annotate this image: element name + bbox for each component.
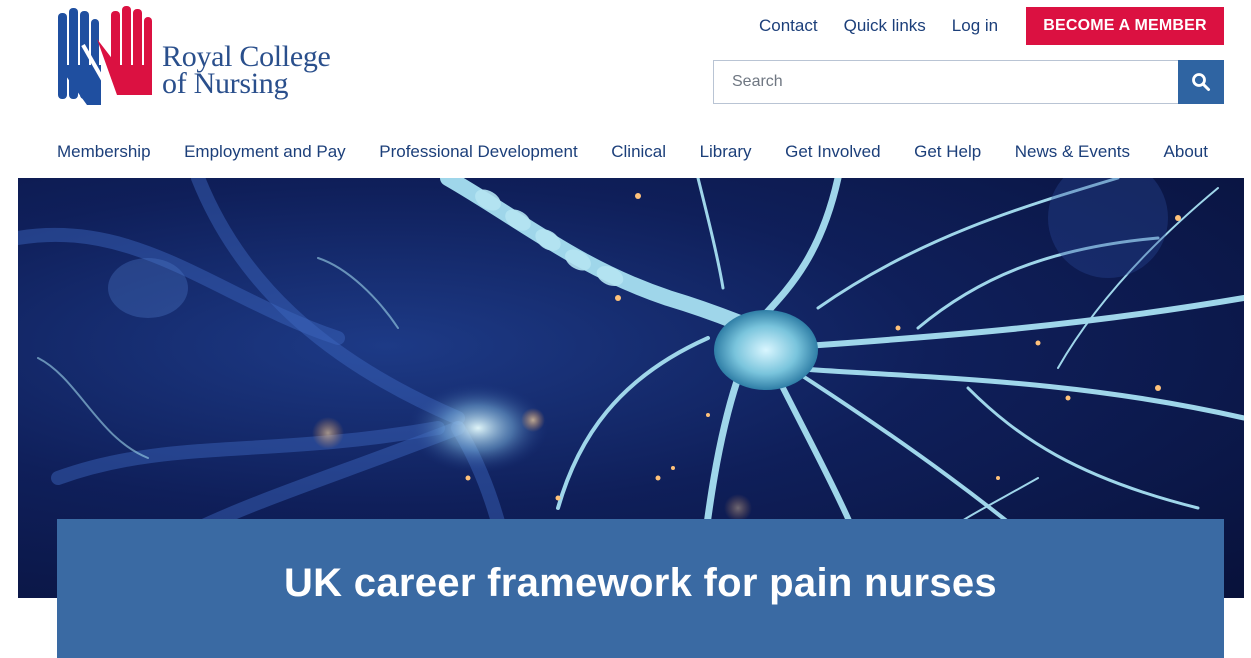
nav-get-involved[interactable]: Get Involved bbox=[785, 142, 880, 162]
nav-employment-and-pay[interactable]: Employment and Pay bbox=[184, 142, 346, 162]
search-input[interactable] bbox=[713, 60, 1178, 104]
logo-wordmark: Royal College of Nursing bbox=[162, 40, 331, 100]
main-nav: Membership Employment and Pay Profession… bbox=[57, 142, 1208, 162]
site-logo[interactable]: Royal College of Nursing bbox=[57, 5, 331, 107]
nav-news-and-events[interactable]: News & Events bbox=[1015, 142, 1130, 162]
nav-membership[interactable]: Membership bbox=[57, 142, 151, 162]
search-bar bbox=[713, 60, 1224, 104]
search-button[interactable] bbox=[1178, 60, 1224, 104]
become-a-member-button[interactable]: BECOME A MEMBER bbox=[1026, 7, 1224, 45]
rcn-hands-logo-icon bbox=[58, 6, 152, 105]
nav-library[interactable]: Library bbox=[700, 142, 752, 162]
nav-professional-development[interactable]: Professional Development bbox=[379, 142, 577, 162]
hero-title-box: UK career framework for pain nurses bbox=[57, 519, 1224, 658]
contact-link[interactable]: Contact bbox=[759, 16, 818, 36]
logo-line-1: Royal College bbox=[162, 40, 331, 73]
logo-line-2: of Nursing bbox=[162, 67, 289, 100]
log-in-link[interactable]: Log in bbox=[952, 16, 998, 36]
page-title: UK career framework for pain nurses bbox=[284, 561, 997, 605]
search-icon bbox=[1192, 73, 1210, 91]
nav-clinical[interactable]: Clinical bbox=[611, 142, 666, 162]
quick-links-link[interactable]: Quick links bbox=[844, 16, 926, 36]
nav-get-help[interactable]: Get Help bbox=[914, 142, 981, 162]
nav-about[interactable]: About bbox=[1164, 142, 1208, 162]
utility-nav: Contact Quick links Log in bbox=[759, 16, 1024, 36]
